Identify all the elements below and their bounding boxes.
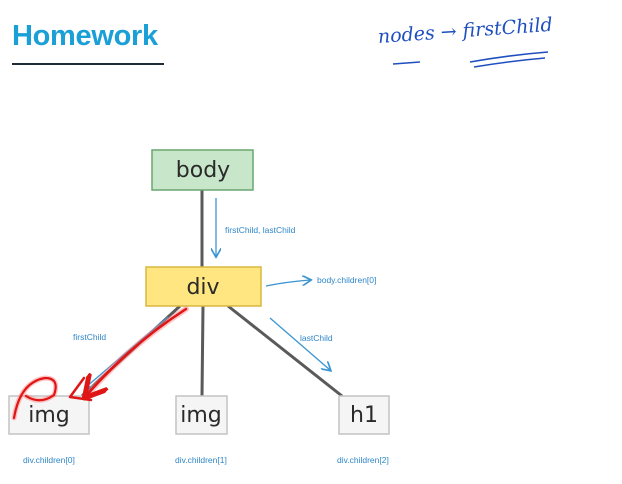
node-img-2-label: img (180, 403, 222, 428)
label-div-children-2: div.children[2] (337, 455, 389, 465)
label-last-child: lastChild (300, 333, 333, 343)
edge-div-img-2 (200, 305, 205, 397)
node-div-label: div (186, 275, 219, 300)
red-highlight-arrow (11, 306, 189, 421)
node-img-1-label: img (28, 403, 70, 428)
label-div-children-1: div.children[1] (175, 455, 227, 465)
arrow-body-children (265, 280, 310, 287)
node-div: div (145, 266, 262, 307)
label-first-child: firstChild (73, 332, 106, 342)
label-first-last-child: firstChild, lastChild (225, 225, 296, 235)
edge-div-h1 (227, 304, 343, 398)
node-h1: h1 (338, 395, 390, 435)
dom-tree-diagram: body div img img h1 firstChild, lastChil… (8, 149, 390, 465)
node-h1-label: h1 (350, 403, 378, 428)
node-body-label: body (176, 158, 230, 183)
node-body: body (151, 149, 254, 191)
node-img-2: img (175, 395, 228, 435)
label-div-children-0: div.children[0] (23, 455, 75, 465)
label-body-children: body.children[0] (317, 275, 376, 285)
homework-slide: Homework nodes → firstChild body div img… (0, 0, 622, 484)
